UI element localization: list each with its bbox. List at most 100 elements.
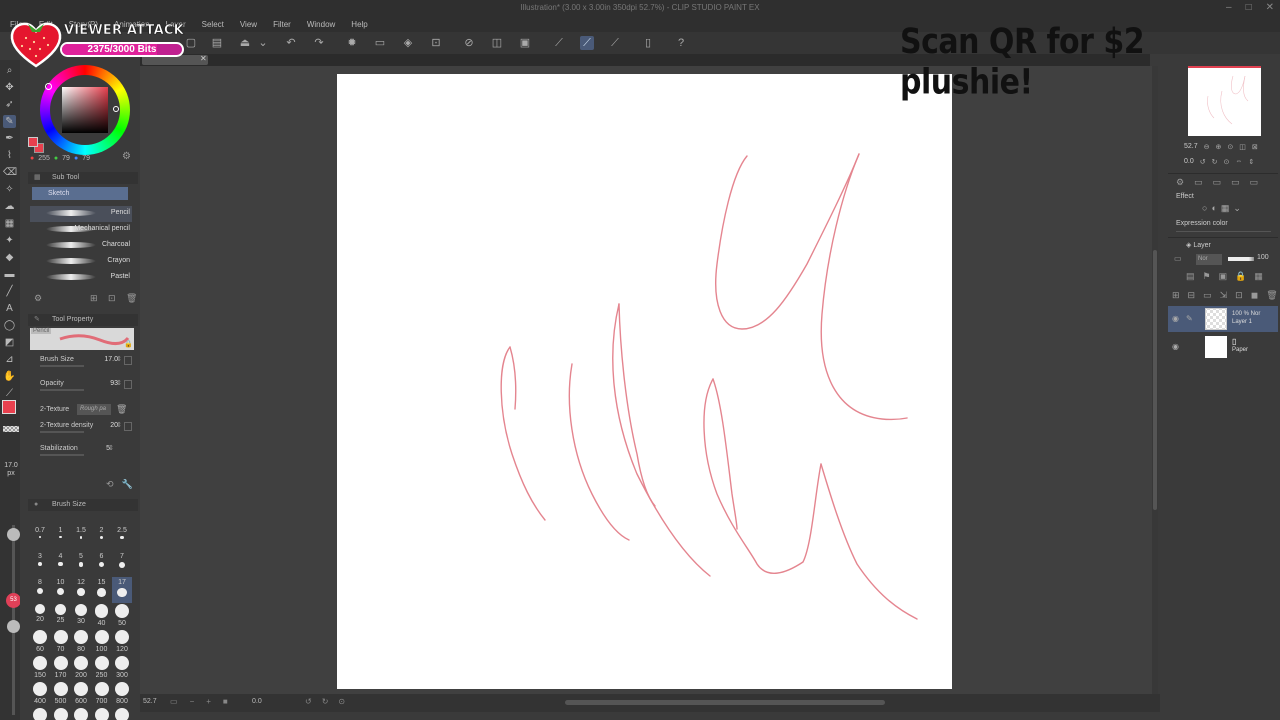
brush-size-preset[interactable]: 8: [30, 577, 50, 603]
brush-size-preset[interactable]: 1200: [51, 707, 71, 720]
color-wheel[interactable]: [40, 65, 130, 155]
brush-size-preset[interactable]: 500: [51, 681, 71, 707]
lock-layer-icon[interactable]: 🔒: [1235, 271, 1246, 282]
fit-icon[interactable]: ■: [223, 697, 228, 706]
opacity-row[interactable]: Opacity 93 ⇕: [40, 380, 132, 394]
texture-density-slider[interactable]: [40, 431, 84, 433]
vertical-scroll-thumb[interactable]: [1153, 250, 1157, 510]
opacity-pressure-toggle[interactable]: [124, 380, 132, 389]
brush-size-preset[interactable]: 1: [51, 525, 71, 551]
brush-size-preset[interactable]: 600: [71, 681, 91, 707]
brush-size-preset[interactable]: 5: [71, 551, 91, 577]
fit-window-icon[interactable]: ◫: [1239, 143, 1246, 151]
brush-size-preset[interactable]: 800: [112, 681, 132, 707]
subtool-item-crayon[interactable]: Crayon: [30, 254, 132, 270]
brush-size-preset[interactable]: 20: [30, 603, 50, 629]
rotation-readout[interactable]: 0.0: [252, 698, 262, 705]
deselect-icon[interactable]: ⊘: [462, 36, 476, 50]
tablet-icon[interactable]: ▯: [641, 36, 655, 50]
text-tool-icon[interactable]: A: [3, 302, 16, 315]
zoom-in-icon[interactable]: +: [206, 697, 211, 706]
menu-filter[interactable]: Filter: [273, 18, 291, 32]
layer-panel-tab[interactable]: ◈ Layer: [1186, 241, 1211, 249]
zoom-slider-icon[interactable]: ▭: [170, 697, 178, 706]
brush-size-preset[interactable]: 80: [71, 629, 91, 655]
color-settings-icon[interactable]: ⚙: [122, 151, 131, 162]
brush-size-preset[interactable]: 150: [30, 655, 50, 681]
help-icon[interactable]: ?: [674, 36, 688, 50]
menu-select[interactable]: Select: [202, 18, 224, 32]
visibility-eye-icon[interactable]: ◉: [1172, 342, 1179, 351]
size-slider-knob[interactable]: [7, 528, 20, 541]
brush-size-preset[interactable]: 6: [92, 551, 112, 577]
spinner-icon[interactable]: ⇕: [116, 421, 122, 429]
brush-size-preset[interactable]: 17: [112, 577, 132, 603]
brush-size-preset[interactable]: 1500: [71, 707, 91, 720]
layer-menu-icon[interactable]: ▭: [1174, 254, 1182, 263]
minimize-icon[interactable]: –: [1226, 2, 1232, 13]
selection-tool-icon[interactable]: ▦: [3, 217, 16, 230]
select-all-icon[interactable]: ◫: [490, 36, 504, 50]
combine-layer-icon[interactable]: ⊡: [1235, 290, 1243, 301]
subtool-item-pencil[interactable]: Pencil: [30, 206, 132, 222]
panel-tab-icon[interactable]: ▭: [1213, 177, 1222, 188]
stabilization-row[interactable]: Stabilization 5 ⇕: [40, 445, 132, 459]
color-saturation-square[interactable]: [62, 87, 119, 133]
save-dropdown-icon[interactable]: ⌄: [256, 36, 270, 50]
brush-size-preset[interactable]: 2.5: [112, 525, 132, 551]
layer-row-layer-1[interactable]: ◉ ✎ 100 % Nor Layer 1: [1168, 306, 1278, 332]
ruler-snap-icon[interactable]: ⟋: [552, 36, 566, 50]
remove-texture-icon[interactable]: 🗑: [116, 404, 127, 415]
grid-snap-icon[interactable]: ⟋: [608, 36, 622, 50]
brush-size-preset[interactable]: 0.7: [30, 525, 50, 551]
zoom-readout[interactable]: 52.7: [143, 698, 157, 705]
reset-rotation-icon[interactable]: ⊙: [338, 697, 345, 706]
spinner-icon[interactable]: ⇕: [116, 355, 122, 363]
brush-size-preset[interactable]: 100: [92, 629, 112, 655]
visibility-eye-icon[interactable]: ◉: [1172, 314, 1179, 323]
delete-layer-icon[interactable]: 🗑: [1266, 290, 1277, 301]
subtool-settings-icon[interactable]: ⚙: [34, 293, 42, 304]
open-file-icon[interactable]: ▤: [210, 36, 224, 50]
blend-tool-icon[interactable]: ☁: [3, 200, 16, 213]
main-color-swatch[interactable]: [28, 137, 38, 147]
zoom-out-icon[interactable]: ⊖: [1204, 143, 1210, 151]
menu-help[interactable]: Help: [351, 18, 367, 32]
new-folder-icon[interactable]: ▭: [1203, 290, 1212, 301]
brush-size-preset[interactable]: 2000: [112, 707, 132, 720]
menu-window[interactable]: Window: [307, 18, 335, 32]
close-icon[interactable]: ✕: [1266, 2, 1274, 13]
brush-size-preset[interactable]: 2: [92, 525, 112, 551]
undo-icon[interactable]: ↶: [284, 36, 298, 50]
reset-icon[interactable]: ⟲: [106, 479, 114, 490]
figure-tool-icon[interactable]: ╱: [3, 285, 16, 298]
brush-size-preset[interactable]: 400: [30, 681, 50, 707]
new-file-icon[interactable]: ▢: [184, 36, 198, 50]
stabilization-slider[interactable]: [40, 454, 84, 456]
drawing-paper[interactable]: [337, 74, 952, 689]
brush-size-preset[interactable]: 250: [92, 655, 112, 681]
balloon-tool-icon[interactable]: ◯: [3, 319, 16, 332]
spinner-icon[interactable]: ⇕: [116, 379, 122, 387]
mask-layer-icon[interactable]: ◼: [1251, 290, 1258, 301]
subtool-group-tab-sketch[interactable]: Sketch: [32, 187, 128, 200]
save-icon[interactable]: ⏏: [238, 36, 252, 50]
spinner-icon[interactable]: ⇕: [108, 444, 114, 452]
layer-opacity-value[interactable]: 100: [1257, 254, 1269, 261]
layer-opacity-slider[interactable]: [1228, 257, 1254, 261]
gradient-tool-icon[interactable]: ▬: [3, 268, 16, 281]
create-subtool-icon[interactable]: ⊡: [108, 293, 116, 304]
brush-size-preset[interactable]: 12: [71, 577, 91, 603]
auto-select-tool-icon[interactable]: ✦: [3, 234, 16, 247]
more-effect-icon[interactable]: ⌄: [1233, 203, 1241, 214]
brush-size-preset[interactable]: 30: [71, 603, 91, 629]
clip-layer-icon[interactable]: ▤: [1186, 271, 1195, 282]
brush-size-preset[interactable]: 70: [51, 629, 71, 655]
operation-tool-icon[interactable]: ➶: [3, 98, 16, 111]
reference-layer-icon[interactable]: ⚑: [1203, 271, 1211, 282]
fit-navigator-icon[interactable]: ⊠: [1252, 143, 1258, 151]
subtool-item-charcoal[interactable]: Charcoal: [30, 238, 132, 254]
hue-marker[interactable]: [45, 83, 52, 90]
lock-transparency-icon[interactable]: ▦: [1254, 271, 1263, 282]
maximize-icon[interactable]: □: [1246, 2, 1252, 13]
